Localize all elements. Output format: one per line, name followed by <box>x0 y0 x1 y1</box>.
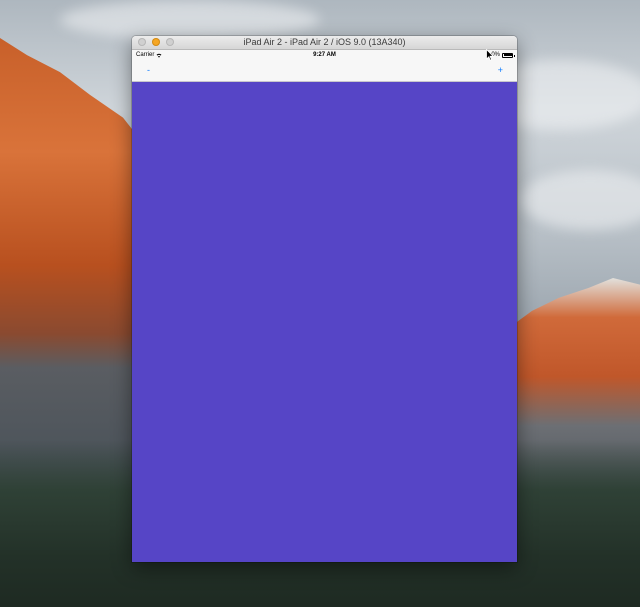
simulator-window[interactable]: iPad Air 2 - iPad Air 2 / iOS 9.0 (13A34… <box>132 36 517 562</box>
cursor-icon <box>486 49 494 61</box>
plus-button[interactable]: + <box>498 65 503 75</box>
window-titlebar[interactable]: iPad Air 2 - iPad Air 2 / iOS 9.0 (13A34… <box>132 36 517 50</box>
minus-button[interactable]: - <box>147 65 150 75</box>
ios-status-bar: Carrier 9:27 AM 0% <box>132 50 517 61</box>
cloud <box>60 0 320 40</box>
content-view[interactable] <box>132 82 517 562</box>
cloud <box>520 170 640 230</box>
window-title: iPad Air 2 - iPad Air 2 / iOS 9.0 (13A34… <box>243 37 406 47</box>
battery-indicator: 0% <box>491 52 515 58</box>
battery-icon <box>502 52 515 58</box>
navigation-bar: - + <box>132 61 517 82</box>
status-time: 9:27 AM <box>313 52 336 58</box>
